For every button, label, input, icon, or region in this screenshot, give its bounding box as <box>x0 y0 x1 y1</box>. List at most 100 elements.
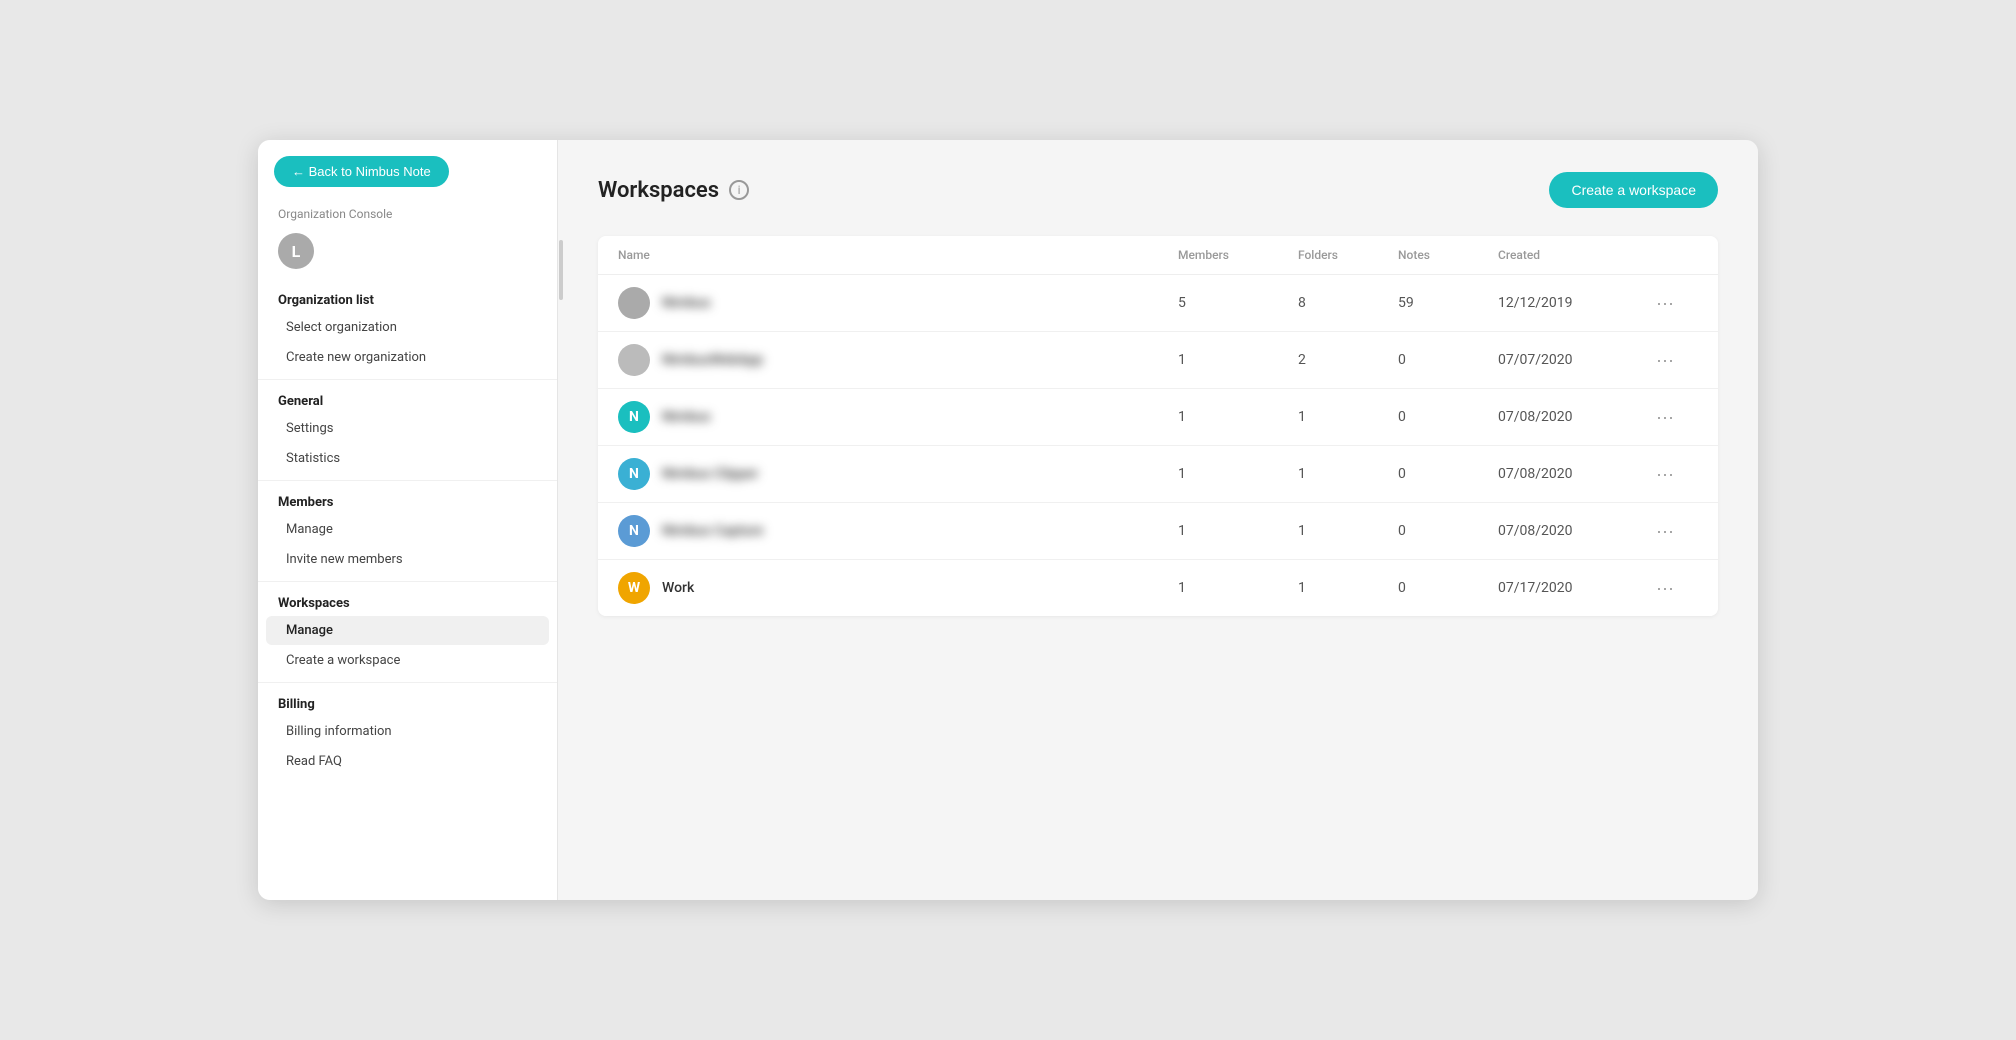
sidebar-item-create-new-org[interactable]: Create new organization <box>266 343 549 372</box>
divider-3 <box>258 581 557 582</box>
back-button[interactable]: ← Back to Nimbus Note <box>274 156 449 187</box>
info-icon[interactable]: i <box>729 180 749 200</box>
create-workspace-button[interactable]: Create a workspace <box>1549 172 1718 208</box>
table-row: N Nimbus Capture 1 1 0 07/08/2020 ··· <box>598 503 1718 560</box>
section-members: Members Manage Invite new members <box>258 487 557 575</box>
cell-folders: 2 <box>1298 352 1398 368</box>
workspace-avatar <box>618 287 650 319</box>
sidebar-item-billing-info[interactable]: Billing information <box>266 717 549 746</box>
section-title-workspaces: Workspaces <box>258 588 557 615</box>
table-row: Nimbus 5 8 59 12/12/2019 ··· <box>598 275 1718 332</box>
page-header: Workspaces i Create a workspace <box>598 172 1718 208</box>
sidebar: ← Back to Nimbus Note Organization Conso… <box>258 140 558 900</box>
cell-notes: 0 <box>1398 580 1498 596</box>
main-content: Workspaces i Create a workspace Name Mem… <box>558 140 1758 900</box>
cell-notes: 0 <box>1398 466 1498 482</box>
workspace-name: Nimbus Clipper <box>662 466 759 482</box>
col-header-folders: Folders <box>1298 248 1398 262</box>
sidebar-item-workspaces-manage[interactable]: Manage <box>266 616 549 645</box>
workspace-name: Nimbus <box>662 409 711 425</box>
cell-actions: ··· <box>1648 403 1698 432</box>
divider-1 <box>258 379 557 380</box>
scrollbar-thumb <box>559 240 563 300</box>
cell-created: 12/12/2019 <box>1498 295 1648 311</box>
cell-created: 07/08/2020 <box>1498 466 1648 482</box>
avatar: L <box>278 233 314 269</box>
cell-actions: ··· <box>1648 574 1698 603</box>
workspace-avatar: W <box>618 572 650 604</box>
section-billing: Billing Billing information Read FAQ <box>258 689 557 777</box>
workspace-name-cell: N Nimbus Capture <box>618 515 1178 547</box>
cell-notes: 0 <box>1398 409 1498 425</box>
table-row: N Nimbus Clipper 1 1 0 07/08/2020 ··· <box>598 446 1718 503</box>
workspace-name: Nimbus Capture <box>662 523 763 539</box>
more-options-button[interactable]: ··· <box>1648 403 1682 432</box>
sidebar-scrollbar[interactable] <box>558 140 564 900</box>
sidebar-item-select-org[interactable]: Select organization <box>266 313 549 342</box>
more-options-button[interactable]: ··· <box>1648 574 1682 603</box>
table-body: Nimbus 5 8 59 12/12/2019 ··· NimbusWebAp… <box>598 275 1718 616</box>
workspace-avatar: N <box>618 458 650 490</box>
cell-actions: ··· <box>1648 460 1698 489</box>
more-options-button[interactable]: ··· <box>1648 517 1682 546</box>
cell-actions: ··· <box>1648 289 1698 318</box>
page-title: Workspaces <box>598 178 719 203</box>
sidebar-item-statistics[interactable]: Statistics <box>266 444 549 473</box>
sidebar-item-create-workspace[interactable]: Create a workspace <box>266 646 549 675</box>
app-window: ← Back to Nimbus Note Organization Conso… <box>258 140 1758 900</box>
cell-created: 07/07/2020 <box>1498 352 1648 368</box>
col-header-members: Members <box>1178 248 1298 262</box>
workspace-avatar: N <box>618 401 650 433</box>
workspace-name-cell: NimbusWebApp <box>618 344 1178 376</box>
section-title-org-list: Organization list <box>258 285 557 312</box>
sidebar-item-read-faq[interactable]: Read FAQ <box>266 747 549 776</box>
table-header: Name Members Folders Notes Created <box>598 236 1718 275</box>
col-header-name: Name <box>618 248 1178 262</box>
cell-folders: 1 <box>1298 466 1398 482</box>
workspace-name-cell: W Work <box>618 572 1178 604</box>
col-header-created: Created <box>1498 248 1648 262</box>
workspace-name-cell: Nimbus <box>618 287 1178 319</box>
more-options-button[interactable]: ··· <box>1648 460 1682 489</box>
workspace-avatar <box>618 344 650 376</box>
cell-members: 1 <box>1178 523 1298 539</box>
workspaces-table: Name Members Folders Notes Created Nimbu… <box>598 236 1718 616</box>
section-general: General Settings Statistics <box>258 386 557 474</box>
cell-created: 07/08/2020 <box>1498 523 1648 539</box>
section-title-billing: Billing <box>258 689 557 716</box>
cell-folders: 8 <box>1298 295 1398 311</box>
workspace-avatar: N <box>618 515 650 547</box>
org-console-label: Organization Console <box>258 207 557 221</box>
cell-created: 07/08/2020 <box>1498 409 1648 425</box>
more-options-button[interactable]: ··· <box>1648 346 1682 375</box>
cell-members: 1 <box>1178 580 1298 596</box>
table-row: W Work 1 1 0 07/17/2020 ··· <box>598 560 1718 616</box>
col-header-notes: Notes <box>1398 248 1498 262</box>
workspace-name-cell: N Nimbus Clipper <box>618 458 1178 490</box>
section-workspaces: Workspaces Manage Create a workspace <box>258 588 557 676</box>
cell-members: 5 <box>1178 295 1298 311</box>
cell-notes: 0 <box>1398 523 1498 539</box>
section-title-members: Members <box>258 487 557 514</box>
cell-notes: 59 <box>1398 295 1498 311</box>
sidebar-item-invite-members[interactable]: Invite new members <box>266 545 549 574</box>
divider-4 <box>258 682 557 683</box>
cell-notes: 0 <box>1398 352 1498 368</box>
more-options-button[interactable]: ··· <box>1648 289 1682 318</box>
workspace-name-cell: N Nimbus <box>618 401 1178 433</box>
cell-members: 1 <box>1178 409 1298 425</box>
cell-folders: 1 <box>1298 409 1398 425</box>
col-header-actions <box>1648 248 1698 262</box>
cell-folders: 1 <box>1298 523 1398 539</box>
sidebar-item-members-manage[interactable]: Manage <box>266 515 549 544</box>
workspace-name: Nimbus <box>662 295 711 311</box>
section-org-list: Organization list Select organization Cr… <box>258 285 557 373</box>
cell-created: 07/17/2020 <box>1498 580 1648 596</box>
divider-2 <box>258 480 557 481</box>
cell-actions: ··· <box>1648 517 1698 546</box>
sidebar-item-settings[interactable]: Settings <box>266 414 549 443</box>
table-row: N Nimbus 1 1 0 07/08/2020 ··· <box>598 389 1718 446</box>
cell-members: 1 <box>1178 466 1298 482</box>
title-row: Workspaces i <box>598 178 749 203</box>
table-row: NimbusWebApp 1 2 0 07/07/2020 ··· <box>598 332 1718 389</box>
